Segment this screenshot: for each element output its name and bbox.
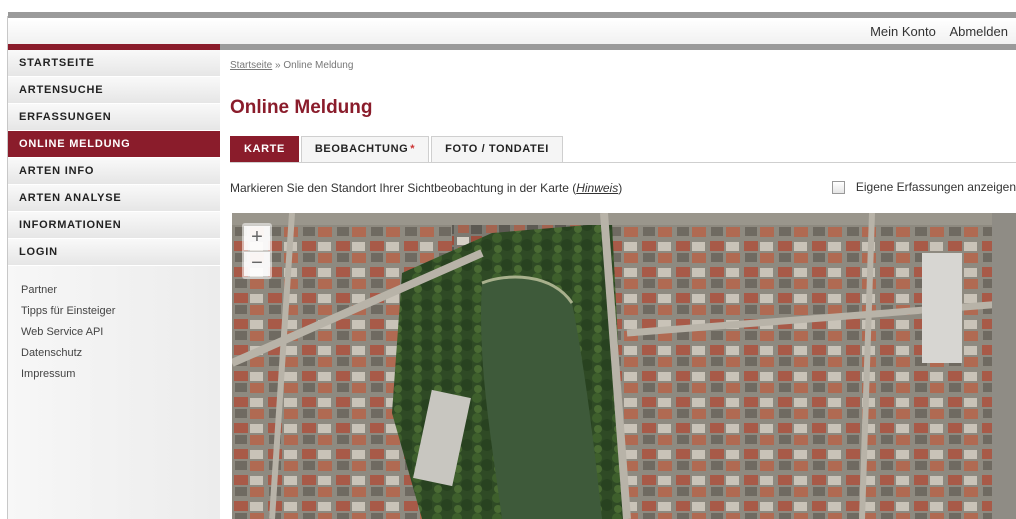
link-datenschutz[interactable]: Datenschutz — [21, 343, 220, 364]
tab-karte[interactable]: KARTE — [230, 136, 299, 162]
required-marker: * — [410, 143, 416, 155]
link-impressum[interactable]: Impressum — [21, 364, 220, 385]
hinweis-link[interactable]: Hinweis — [576, 181, 618, 195]
satellite-map[interactable]: + − — [232, 213, 1016, 519]
top-strip — [0, 0, 1016, 18]
nav-erfassungen[interactable]: ERFASSUNGEN — [8, 104, 220, 131]
nav-arten-info[interactable]: ARTEN INFO — [8, 158, 220, 185]
main-content: Startseite » Online Meldung Online Meldu… — [230, 50, 1016, 519]
instruction-text: Markieren Sie den Standort Ihrer Sichtbe… — [230, 181, 577, 195]
nav-startseite[interactable]: STARTSEITE — [8, 50, 220, 77]
zoom-in-button[interactable]: + — [244, 226, 270, 250]
breadcrumb-separator: » — [272, 60, 284, 71]
map-imagery — [232, 213, 1016, 519]
map-instruction: Markieren Sie den Standort Ihrer Sichtbe… — [230, 181, 622, 195]
sidebar: STARTSEITE ARTENSUCHE ERFASSUNGEN ONLINE… — [8, 50, 220, 519]
tab-foto-tondatei[interactable]: FOTO / TONDATEI — [431, 136, 563, 162]
own-entries-checkbox[interactable] — [831, 180, 845, 194]
breadcrumb: Startseite » Online Meldung — [230, 60, 353, 71]
page-title: Online Meldung — [230, 97, 373, 118]
nav-arten-analyse[interactable]: ARTEN ANALYSE — [8, 185, 220, 212]
tab-bar: KARTE BEOBACHTUNG * FOTO / TONDATEI — [230, 136, 565, 162]
tab-karte-label: KARTE — [244, 143, 285, 155]
nav-artensuche[interactable]: ARTENSUCHE — [8, 77, 220, 104]
link-tipps[interactable]: Tipps für Einsteiger — [21, 301, 220, 322]
my-account-link[interactable]: Mein Konto — [870, 24, 936, 39]
breadcrumb-current: Online Meldung — [283, 60, 354, 71]
nav-login[interactable]: LOGIN — [8, 239, 220, 266]
tab-underline — [230, 162, 1016, 163]
zoom-control: + − — [242, 223, 272, 279]
link-web-service-api[interactable]: Web Service API — [21, 322, 220, 343]
sidebar-sub-links: Partner Tipps für Einsteiger Web Service… — [8, 266, 220, 385]
link-partner[interactable]: Partner — [21, 280, 220, 301]
nav-online-meldung[interactable]: ONLINE MELDUNG — [8, 131, 220, 158]
own-entries-toggle: Eigene Erfassungen anzeigen — [831, 180, 1016, 194]
tab-beobachtung[interactable]: BEOBACHTUNG * — [300, 136, 430, 162]
user-links: Mein Konto Abmelden — [860, 24, 1008, 39]
zoom-out-button[interactable]: − — [244, 252, 270, 276]
logout-link[interactable]: Abmelden — [949, 24, 1008, 39]
breadcrumb-home-link[interactable]: Startseite — [230, 60, 272, 71]
instruction-close: ) — [618, 181, 623, 195]
user-bar: Mein Konto Abmelden — [8, 18, 1016, 45]
tab-foto-label: FOTO / TONDATEI — [445, 143, 549, 155]
own-entries-label[interactable]: Eigene Erfassungen anzeigen — [856, 180, 1016, 194]
tab-beobachtung-label: BEOBACHTUNG — [314, 143, 409, 155]
nav-informationen[interactable]: INFORMATIONEN — [8, 212, 220, 239]
